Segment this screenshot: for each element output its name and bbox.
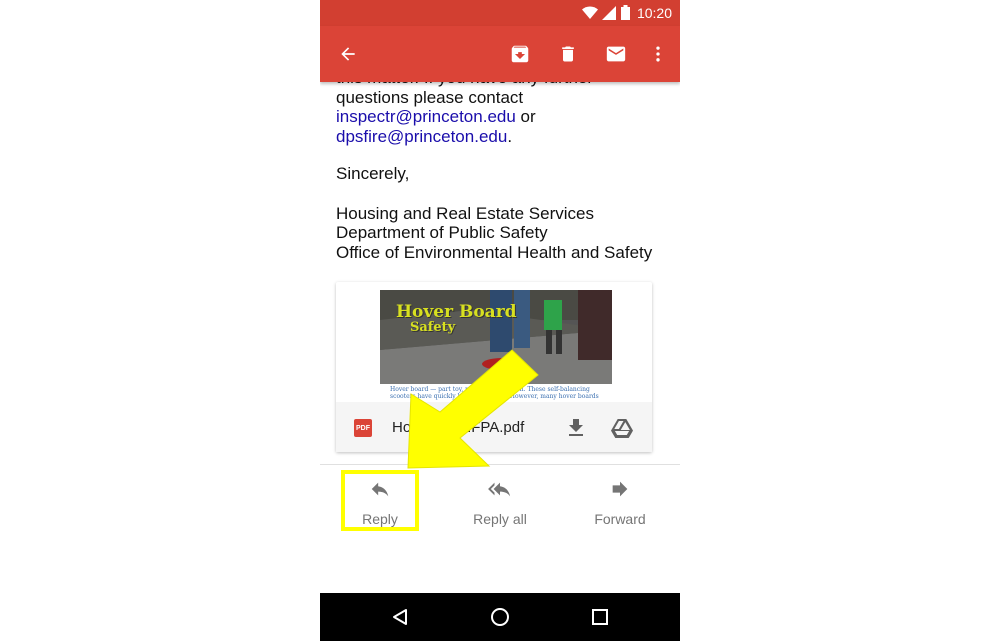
or-text: or: [515, 107, 536, 126]
wifi-icon: [582, 6, 598, 19]
phone-screen: this matter. If you have any further que…: [320, 0, 680, 641]
mark-unread-icon[interactable]: [602, 40, 630, 68]
forward-icon: [612, 481, 628, 497]
thumbnail-caption: Hover board — part toy, part transportat…: [390, 386, 599, 400]
archive-icon[interactable]: [506, 40, 534, 68]
thumbnail-title: Hover Board Safety: [396, 304, 517, 336]
signature-line: Housing and Real Estate Services: [336, 204, 594, 223]
signature-line: Office of Environmental Health and Safet…: [336, 243, 653, 262]
attachment-card[interactable]: Hover Board Safety Hover board — part to…: [336, 282, 652, 452]
attachment-footer: PDF Hove NFPA.pdf: [336, 402, 652, 452]
more-vert-icon[interactable]: [644, 40, 672, 68]
battery-icon: [621, 5, 630, 20]
body-line-email1: inspectr@princeton.edu or: [336, 107, 536, 127]
app-toolbar: [320, 26, 680, 82]
status-bar: 10:20: [320, 0, 680, 26]
email-link-dpsfire[interactable]: dpsfire@princeton.edu: [336, 127, 507, 146]
email-link-inspectr[interactable]: inspectr@princeton.edu: [336, 107, 516, 126]
closing-text: Sincerely,: [336, 164, 410, 183]
nav-back-icon[interactable]: [388, 605, 412, 629]
thumbnail-title-line1: Hover Board: [396, 302, 517, 322]
download-icon[interactable]: [564, 416, 588, 440]
system-nav-bar: [320, 593, 680, 641]
attachment-thumbnail[interactable]: Hover Board Safety Hover board — part to…: [380, 290, 612, 402]
reply-all-button[interactable]: Reply all: [450, 478, 550, 528]
back-arrow-icon[interactable]: [334, 40, 362, 68]
nav-home-icon[interactable]: [488, 605, 512, 629]
attachment-file-name: Hove NFPA.pdf: [392, 419, 525, 436]
divider: [320, 464, 680, 465]
reply-all-icon: [488, 482, 511, 497]
status-time: 10:20: [636, 5, 672, 21]
delete-icon[interactable]: [554, 40, 582, 68]
reply-highlight-box: [341, 470, 419, 531]
signature-line: Department of Public Safety: [336, 223, 548, 242]
reply-all-label: Reply all: [473, 511, 527, 527]
forward-button[interactable]: Forward: [570, 478, 670, 528]
body-line-email2: dpsfire@princeton.edu.: [336, 127, 512, 147]
drive-icon[interactable]: [610, 416, 634, 440]
period-text: .: [507, 127, 513, 146]
body-line: questions please contact: [336, 88, 524, 107]
thumbnail-title-line2: Safety: [410, 320, 456, 335]
nav-recents-icon[interactable]: [588, 605, 612, 629]
forward-label: Forward: [594, 511, 646, 527]
signal-icon: [602, 6, 616, 20]
pdf-file-icon: PDF: [354, 419, 372, 437]
